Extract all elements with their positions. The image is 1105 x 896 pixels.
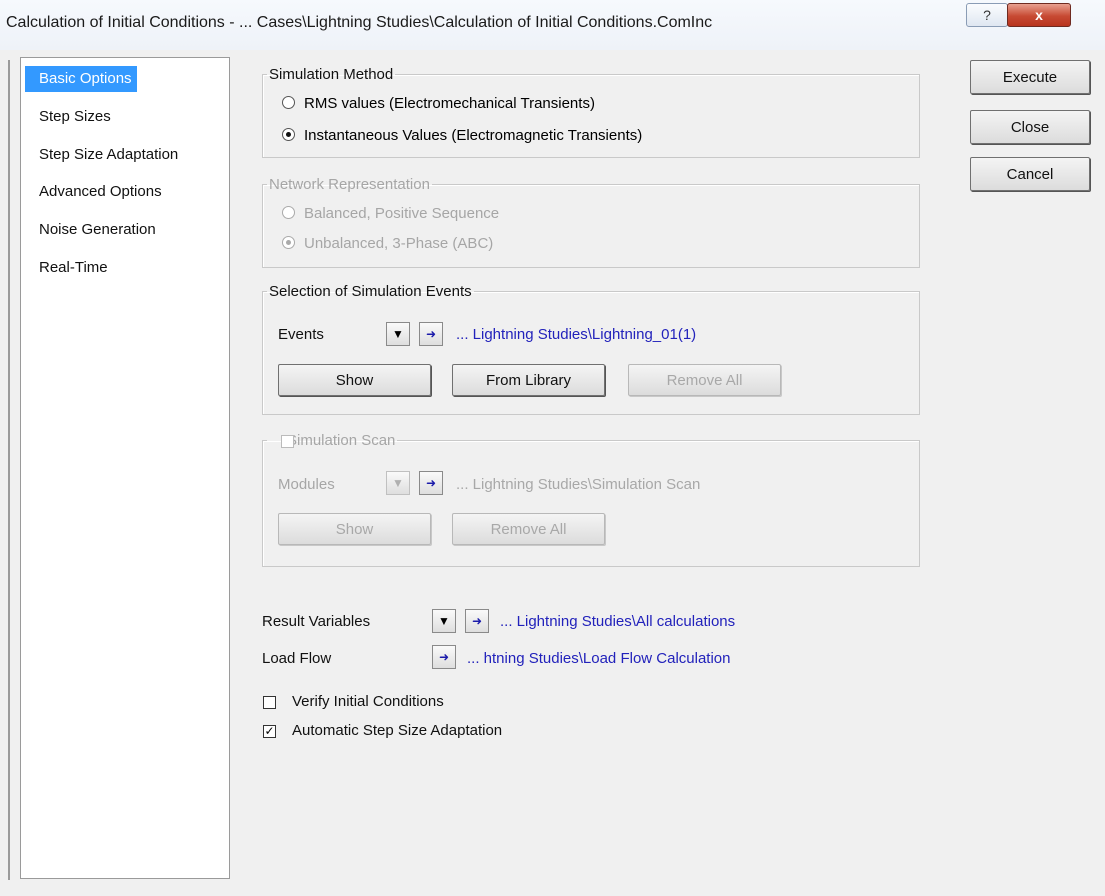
result-variables-jump-button[interactable]: ➜ (465, 609, 489, 633)
radio-instantaneous[interactable]: Instantaneous Values (Electromagnetic Tr… (282, 127, 642, 144)
modules-jump-button[interactable]: ➜ (419, 471, 443, 495)
window-title: Calculation of Initial Conditions - ... … (6, 14, 713, 31)
nav-item-step-sizes[interactable]: Step Sizes (25, 104, 225, 130)
simulation-method-group: Simulation Method (262, 66, 920, 158)
events-link[interactable]: ... Lightning Studies\Lightning_01(1) (456, 326, 696, 343)
network-representation-group: Network Representation (262, 176, 920, 268)
radio-unbalanced-label: Unbalanced, 3-Phase (ABC) (304, 235, 494, 252)
network-representation-legend: Network Representation (269, 176, 430, 193)
window-close-button[interactable]: x (1007, 3, 1071, 27)
modules-label: Modules (278, 476, 335, 493)
arrow-right-icon: ➜ (438, 650, 450, 664)
checkmark-icon: ✓ (264, 724, 275, 738)
execute-button[interactable]: Execute (970, 60, 1090, 94)
load-flow-jump-button[interactable]: ➜ (432, 645, 456, 669)
arrow-right-icon: ➜ (425, 476, 437, 490)
radio-unbalanced[interactable]: Unbalanced, 3-Phase (ABC) (282, 235, 493, 252)
result-variables-dropdown-button[interactable]: ▼ (432, 609, 456, 633)
nav-item-advanced-options[interactable]: Advanced Options (25, 179, 225, 205)
triangle-down-icon: ▼ (438, 614, 450, 628)
modules-link[interactable]: ... Lightning Studies\Simulation Scan (456, 476, 700, 493)
events-label: Events (278, 326, 324, 343)
radio-icon (282, 96, 295, 109)
verify-initial-conditions-label: Verify Initial Conditions (292, 693, 444, 710)
arrow-right-icon: ➜ (425, 327, 437, 341)
nav-item-basic-options[interactable]: Basic Options (25, 66, 137, 92)
title-bar: Calculation of Initial Conditions - ... … (0, 0, 1105, 50)
from-library-button[interactable]: From Library (452, 364, 605, 396)
events-dropdown-button[interactable]: ▼ (386, 322, 410, 346)
simulation-method-legend: Simulation Method (269, 66, 394, 83)
events-remove-all-button[interactable]: Remove All (628, 364, 781, 396)
simulation-scan-label: Simulation Scan (287, 432, 396, 449)
scan-show-button[interactable]: Show (278, 513, 431, 545)
left-edge (8, 60, 10, 880)
radio-rms[interactable]: RMS values (Electromechanical Transients… (282, 95, 595, 112)
automatic-step-size-label: Automatic Step Size Adaptation (292, 722, 503, 739)
nav-item-real-time[interactable]: Real-Time (25, 255, 225, 281)
events-jump-button[interactable]: ➜ (419, 322, 443, 346)
radio-selected-icon (282, 128, 295, 141)
close-button[interactable]: Close (970, 110, 1090, 144)
verify-initial-conditions-checkbox[interactable] (263, 696, 276, 709)
radio-rms-label: RMS values (Electromechanical Transients… (304, 95, 595, 112)
simulation-scan-group: Simulation Scan (262, 432, 920, 567)
simulation-events-legend: Selection of Simulation Events (269, 283, 472, 300)
arrow-right-icon: ➜ (471, 614, 483, 628)
triangle-down-icon: ▼ (392, 476, 404, 490)
modules-dropdown-button[interactable]: ▼ (386, 471, 410, 495)
triangle-down-icon: ▼ (392, 327, 404, 341)
radio-balanced-label: Balanced, Positive Sequence (304, 205, 500, 222)
result-variables-link[interactable]: ... Lightning Studies\All calculations (500, 613, 735, 630)
result-variables-label: Result Variables (262, 613, 371, 630)
radio-balanced[interactable]: Balanced, Positive Sequence (282, 205, 499, 222)
load-flow-label: Load Flow (262, 650, 332, 667)
radio-selected-icon (282, 236, 295, 249)
scan-remove-all-button[interactable]: Remove All (452, 513, 605, 545)
load-flow-link[interactable]: ... htning Studies\Load Flow Calculation (467, 650, 731, 667)
radio-icon (282, 206, 295, 219)
nav-item-noise-generation[interactable]: Noise Generation (25, 217, 225, 243)
events-show-button[interactable]: Show (278, 364, 431, 396)
cancel-button[interactable]: Cancel (970, 157, 1090, 191)
automatic-step-size-checkbox[interactable]: ✓ (263, 725, 276, 738)
help-button[interactable]: ? (966, 3, 1008, 27)
radio-instantaneous-label: Instantaneous Values (Electromagnetic Tr… (304, 127, 643, 144)
nav-item-step-size-adaptation[interactable]: Step Size Adaptation (25, 142, 225, 168)
options-nav: Basic Options Step Sizes Step Size Adapt… (20, 57, 230, 879)
simulation-scan-checkbox[interactable] (281, 435, 294, 448)
